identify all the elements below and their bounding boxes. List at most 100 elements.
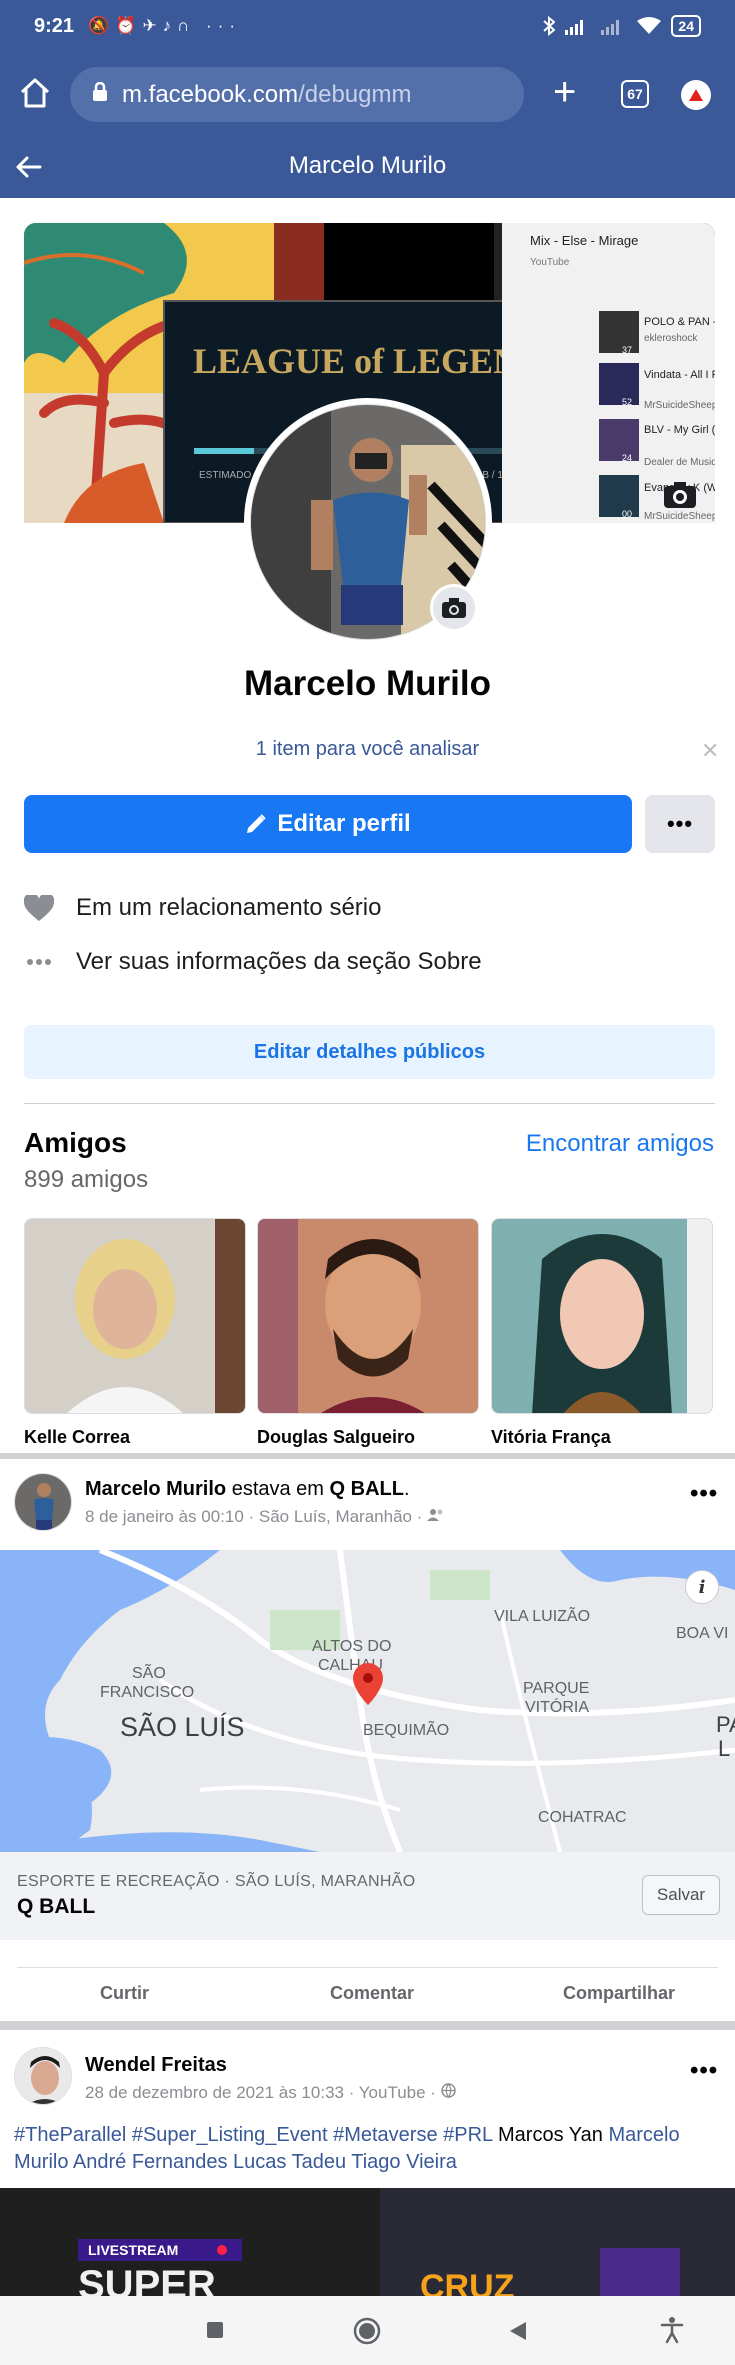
svg-text:POLO & PAN - Ca: POLO & PAN - Ca	[644, 316, 715, 328]
page-header: Marcelo Murilo	[0, 134, 735, 198]
find-friends-link[interactable]: Encontrar amigos	[526, 1130, 714, 1158]
video-thumbnail[interactable]: LIVESTREAM SUPER CRUZ	[0, 2188, 735, 2298]
friend-name[interactable]: Kelle Correa	[24, 1427, 130, 1448]
place-category: ESPORTE E RECREAÇÃO · SÃO LUÍS, MARANHÃO	[17, 1873, 416, 1890]
friend-name[interactable]: Vitória França	[491, 1427, 611, 1448]
system-nav-bar	[0, 2296, 735, 2365]
map-label: SÃO	[132, 1662, 166, 1682]
download-label: ESTIMADO	[199, 470, 251, 481]
notification-icons: 🔕⏰✈♪∩ ···	[88, 16, 242, 35]
place-name[interactable]: Q BALL	[17, 1895, 95, 1919]
friend-card[interactable]	[257, 1218, 479, 1414]
edit-profile-button[interactable]: Editar perfil	[24, 795, 632, 853]
heart-icon	[24, 893, 54, 923]
share-button[interactable]: Compartilhar	[563, 1983, 675, 2004]
playlist-source: YouTube	[530, 257, 570, 268]
home-icon[interactable]	[18, 76, 52, 110]
close-icon[interactable]: ✕	[701, 738, 719, 764]
signal-2-icon	[601, 20, 620, 35]
map-info-icon[interactable]: i	[685, 1570, 719, 1604]
post-options-button[interactable]: •••	[690, 1480, 718, 1508]
url-bar[interactable]: m.facebook.com/debugmm	[70, 67, 524, 122]
post-author-name[interactable]: Wendel Freitas	[85, 2054, 227, 2076]
url-path: /debugmm	[298, 80, 412, 108]
review-items-link[interactable]: 1 item para você analisar	[0, 738, 735, 761]
map-label: BEQUIMÃO	[363, 1719, 449, 1739]
location-map[interactable]: VILA LUIZÃO BOA VI ALTOS DO CALHAU SÃO F…	[0, 1550, 735, 1852]
new-tab-icon[interactable]: +	[553, 70, 576, 114]
divider	[24, 1103, 715, 1104]
playlist-title: Mix - Else - Mirage	[530, 233, 638, 248]
post-author-line: Wendel Freitas	[85, 2054, 227, 2077]
friend-photo	[492, 1219, 712, 1413]
map-label: ALTOS DO	[312, 1638, 391, 1655]
friend-photo	[258, 1219, 478, 1413]
post-meta: 28 de dezembro de 2021 às 10:33 · YouTub…	[85, 2083, 456, 2103]
svg-text:00: 00	[622, 509, 632, 519]
relationship-status: Em um relacionamento sério	[76, 894, 382, 921]
svg-text:ekleroshock: ekleroshock	[644, 333, 698, 344]
tab-switcher-button[interactable]: 67	[621, 80, 649, 108]
pencil-icon	[247, 814, 267, 833]
cover-camera-icon[interactable]	[660, 476, 700, 516]
map-label: VILA LUIZÃO	[494, 1605, 590, 1625]
globe-icon	[440, 2083, 456, 2102]
section-separator	[0, 2021, 735, 2030]
friend-card[interactable]	[24, 1218, 246, 1414]
more-options-button[interactable]: •••	[645, 795, 715, 853]
video-artwork: LIVESTREAM SUPER CRUZ	[0, 2188, 735, 2298]
map-graphic: VILA LUIZÃO BOA VI ALTOS DO CALHAU SÃO F…	[0, 1550, 735, 1852]
url-domain: m.facebook.com	[122, 80, 299, 108]
friend-card[interactable]	[491, 1218, 713, 1414]
livestream-badge: LIVESTREAM	[88, 2242, 178, 2258]
recents-icon[interactable]	[205, 2320, 225, 2340]
wifi-icon	[637, 17, 662, 34]
system-icons: 24	[543, 15, 701, 37]
bluetooth-icon	[543, 16, 556, 36]
svg-text:24: 24	[622, 453, 632, 463]
friends-title: Amigos	[24, 1127, 127, 1158]
save-place-button[interactable]: Salvar	[642, 1875, 720, 1915]
post-author-name[interactable]: Marcelo Murilo	[85, 1478, 226, 1500]
home-button-icon[interactable]	[353, 2317, 381, 2345]
tagged-person[interactable]: Marcos Yan	[498, 2124, 603, 2146]
map-label: L	[718, 1736, 730, 1761]
edit-public-details-button[interactable]: Editar detalhes públicos	[24, 1025, 715, 1079]
avatar-camera-icon[interactable]	[430, 584, 478, 632]
accessibility-icon[interactable]	[660, 2316, 684, 2344]
friend-name[interactable]: Douglas Salgueiro	[257, 1427, 415, 1448]
post-author-avatar[interactable]	[14, 1473, 72, 1531]
header-title: Marcelo Murilo	[288, 152, 447, 179]
post-text: #TheParallel #Super_Listing_Event #Metav…	[14, 2122, 724, 2176]
status-bar: 9:21 🔕⏰✈♪∩ ··· 24	[0, 0, 735, 52]
about-link[interactable]: Ver suas informações da seção Sobre	[76, 948, 482, 976]
hashtags[interactable]: #TheParallel #Super_Listing_Event #Metav…	[14, 2124, 492, 2146]
post-place-link[interactable]: Q BALL	[330, 1478, 404, 1500]
post-author-avatar[interactable]	[14, 2047, 72, 2105]
comment-button[interactable]: Comentar	[330, 1983, 414, 2004]
map-label: SÃO LUÍS	[120, 1711, 245, 1742]
dots-icon	[24, 947, 54, 977]
svg-text:BLV - My Girl (fea Parmley): BLV - My Girl (fea Parmley)	[644, 424, 715, 436]
post-options-button[interactable]: •••	[690, 2057, 718, 2085]
friends-audience-icon	[427, 1507, 445, 1526]
map-label: FRANCISCO	[100, 1684, 194, 1701]
like-button[interactable]: Curtir	[100, 1983, 149, 2004]
video-title-right: CRUZ	[420, 2268, 514, 2298]
place-card[interactable]	[0, 1852, 735, 1940]
svg-text:52: 52	[622, 397, 632, 407]
friends-count: 899 amigos	[24, 1166, 149, 1193]
about-row[interactable]: Ver suas informações da seção Sobre	[24, 947, 714, 977]
section-separator	[0, 1453, 735, 1459]
post-author-line: Marcelo Murilo estava em Q BALL.	[85, 1478, 410, 1500]
friend-photo	[25, 1219, 245, 1413]
extension-icon[interactable]	[681, 80, 711, 110]
svg-text:Dealer de Musique: Dealer de Musique	[644, 457, 715, 468]
back-button-icon[interactable]	[508, 2320, 528, 2342]
battery-icon: 24	[671, 15, 701, 37]
svg-text:MrSuicideSheep: MrSuicideSheep	[644, 400, 715, 411]
map-label: BOA VI	[676, 1625, 728, 1642]
signal-icon	[565, 20, 584, 35]
video-title-left: SUPER	[78, 2263, 216, 2298]
post-meta: 8 de janeiro às 00:10 · São Luís, Maranh…	[85, 1507, 445, 1527]
